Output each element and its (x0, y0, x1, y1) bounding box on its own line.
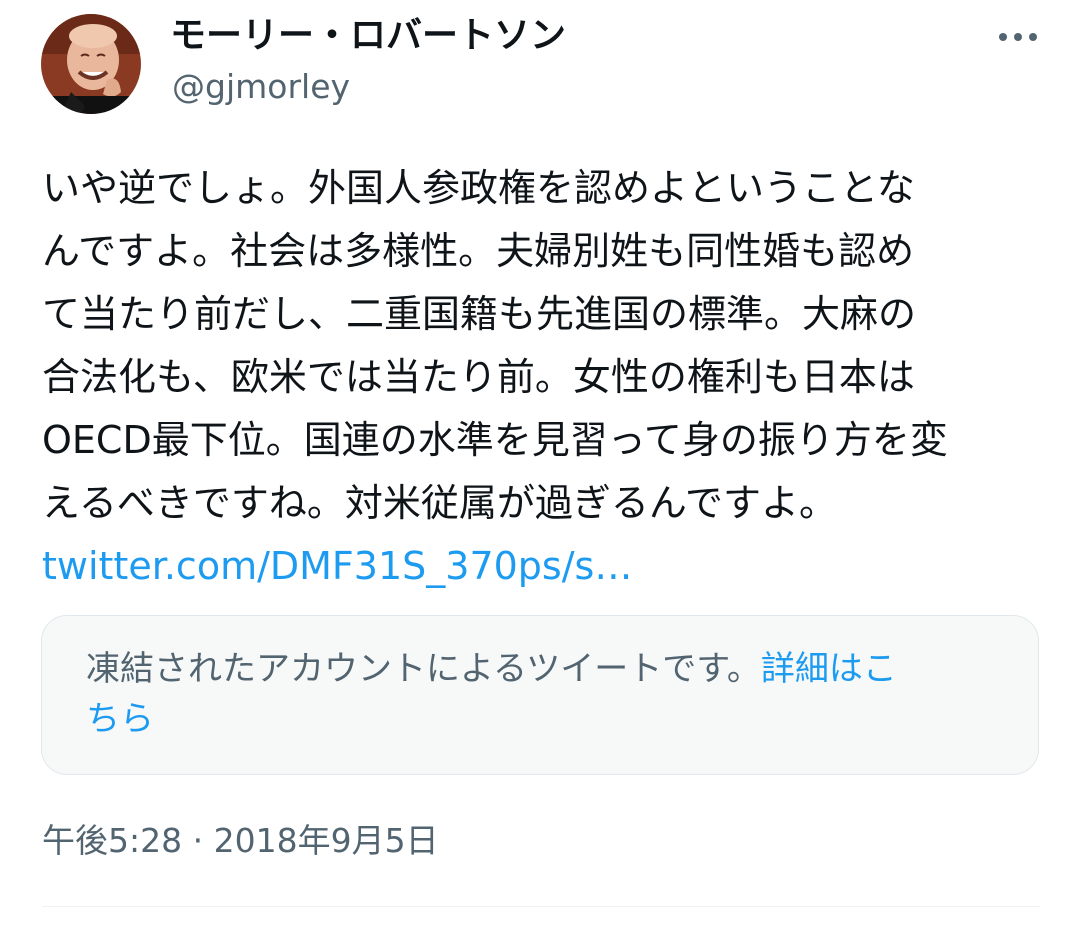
divider (42, 906, 1040, 907)
notice-line: 凍結されたアカウントによるツイートです。詳細はこ (86, 644, 986, 694)
avatar-photo (41, 14, 141, 114)
more-horizontal-icon (999, 33, 1037, 41)
tweet-text-line: んですよ。社会は多様性。夫婦別姓も同性婚も認め (42, 229, 915, 273)
learn-more-link[interactable]: 詳細はこ (761, 649, 897, 689)
tweet-date[interactable]: 2018年9月5日 (214, 821, 439, 860)
learn-more-link-continued[interactable]: ちら (86, 694, 986, 744)
timestamp-separator: · (182, 821, 214, 860)
suspended-account-notice: 凍結されたアカウントによるツイートです。詳細はこ ちら (41, 615, 1039, 775)
tweet-text-line: OECD最下位。国連の水準を見習って身の振り方を変 (42, 418, 948, 462)
tweet-text-line: 合法化も、欧米では当たり前。女性の権利も日本は (42, 355, 915, 399)
tweet-text: いや逆でしょ。外国人参政権を認めよということな んですよ。社会は多様性。夫婦別姓… (42, 157, 1042, 598)
more-options-button[interactable] (992, 22, 1044, 52)
tweet-timestamp: 午後5:28 · 2018年9月5日 (42, 818, 439, 864)
tweet-text-line: えるべきですね。対米従属が過ぎるんですよ。 (42, 481, 837, 525)
tweet-link[interactable]: twitter.com/DMF31S_370ps/s… (42, 535, 1042, 598)
tweet-time[interactable]: 午後5:28 (42, 821, 182, 860)
notice-text: 凍結されたアカウントによるツイートです。詳細はこ ちら (86, 644, 986, 744)
notice-message: 凍結されたアカウントによるツイートです。 (86, 649, 761, 689)
tweet-text-line: て当たり前だし、二重国籍も先進国の標準。大麻の (42, 292, 917, 336)
author-display-name[interactable]: モーリー・ロバートソン (170, 12, 566, 60)
avatar[interactable] (41, 14, 141, 114)
author-handle[interactable]: @gjmorley (172, 64, 350, 110)
tweet-text-line: いや逆でしょ。外国人参政権を認めよということな (42, 166, 915, 210)
